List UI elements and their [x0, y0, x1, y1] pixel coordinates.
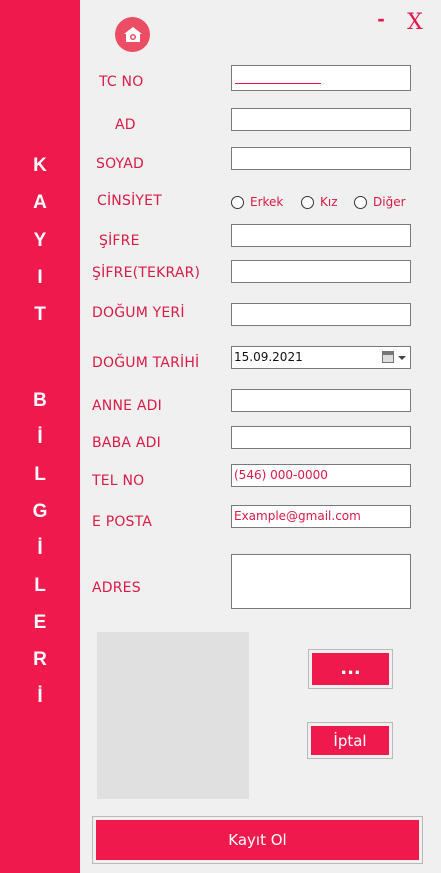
home-button[interactable]	[115, 17, 150, 52]
register-button[interactable]: Kayıt Ol	[92, 816, 423, 864]
browse-button[interactable]: ...	[308, 649, 393, 689]
tel-no-label: TEL NO	[92, 473, 145, 489]
chevron-down-icon[interactable]	[398, 356, 406, 360]
dogum-tarihi-value: 15.09.2021	[234, 350, 303, 364]
baba-adi-label: BABA ADI	[92, 435, 161, 451]
anne-adi-label: ANNE ADI	[92, 398, 162, 414]
sidebar-letter: I	[37, 267, 43, 288]
browse-button-label: ...	[312, 653, 389, 685]
sidebar-letter: E	[33, 612, 47, 633]
dogum-tarihi-picker[interactable]: 15.09.2021	[231, 346, 411, 369]
tel-no-input[interactable]: (546) 000-0000	[231, 464, 411, 487]
tc-no-label: TC NO	[99, 74, 144, 90]
sidebar: K A Y I T B İ L G İ L E R İ	[0, 0, 80, 873]
e-posta-input[interactable]: Example@gmail.com	[231, 505, 411, 528]
sifre-tekrar-label: ŞİFRE(TEKRAR)	[92, 265, 201, 281]
sidebar-letter: K	[33, 155, 47, 176]
gender-radio-diger[interactable]	[354, 196, 367, 209]
soyad-input[interactable]	[231, 147, 411, 170]
e-posta-label: E POSTA	[92, 514, 153, 530]
sidebar-letter: T	[34, 304, 46, 325]
cinsiyet-label: CİNSİYET	[97, 193, 162, 209]
dogum-tarihi-label: DOĞUM TARİHİ	[92, 355, 200, 371]
sidebar-letter: İ	[37, 427, 43, 448]
gender-radio-kiz[interactable]	[301, 196, 314, 209]
gender-radio-erkek[interactable]	[231, 196, 244, 209]
baba-adi-input[interactable]	[231, 426, 411, 449]
dogum-yeri-label: DOĞUM YERİ	[92, 305, 185, 321]
photo-box	[97, 632, 249, 799]
sidebar-letter: Y	[33, 230, 47, 251]
sidebar-letter: R	[33, 649, 47, 670]
register-button-label: Kayıt Ol	[96, 820, 419, 860]
anne-adi-input[interactable]	[231, 389, 411, 412]
sidebar-letter: A	[33, 192, 47, 213]
sidebar-letter: B	[33, 390, 47, 411]
home-icon	[123, 26, 142, 42]
gender-label-erkek: Erkek	[250, 195, 284, 209]
sidebar-letter: L	[34, 575, 46, 596]
sidebar-letter: G	[32, 501, 48, 522]
sidebar-letter: İ	[37, 686, 43, 707]
soyad-label: SOYAD	[96, 156, 144, 172]
tc-no-mask-underline	[235, 83, 321, 84]
ad-input[interactable]	[231, 108, 411, 131]
close-button[interactable]: X	[404, 10, 426, 36]
cancel-button[interactable]: İptal	[307, 722, 393, 759]
gender-label-kiz: Kız	[320, 195, 338, 209]
sifre-label: ŞİFRE	[99, 233, 140, 249]
adres-textarea[interactable]	[231, 554, 411, 609]
dogum-yeri-input[interactable]	[231, 303, 411, 326]
ad-label: AD	[115, 117, 136, 133]
adres-label: ADRES	[92, 580, 141, 596]
sidebar-letter: İ	[37, 538, 43, 559]
calendar-icon[interactable]	[382, 351, 394, 363]
gender-label-diger: Diğer	[373, 195, 406, 209]
sidebar-letter: L	[34, 464, 46, 485]
cancel-button-label: İptal	[311, 726, 389, 755]
minimize-button[interactable]: -	[374, 8, 388, 30]
tc-no-input[interactable]	[231, 65, 411, 91]
sifre-input[interactable]	[231, 224, 411, 247]
sifre-tekrar-input[interactable]	[231, 260, 411, 283]
